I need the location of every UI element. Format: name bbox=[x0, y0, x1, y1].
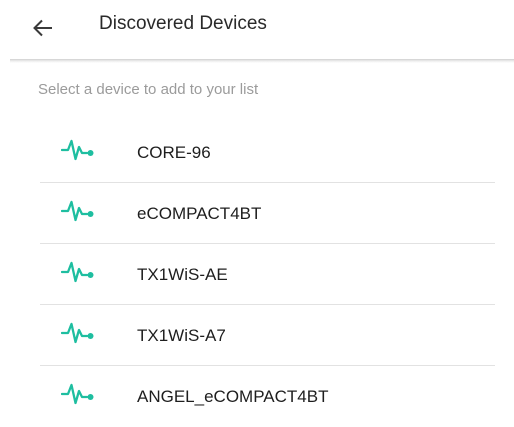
device-row-ecompact4bt[interactable]: eCOMPACT4BT bbox=[0, 183, 514, 244]
device-row-tx1wis-a7[interactable]: TX1WiS-A7 bbox=[0, 305, 514, 366]
pulse-waveform-icon bbox=[61, 261, 94, 283]
app-bar-shadow bbox=[10, 59, 514, 63]
page-title: Discovered Devices bbox=[99, 13, 267, 34]
device-row-angel-ecompact4bt[interactable]: ANGEL_eCOMPACT4BT bbox=[0, 366, 514, 426]
device-name: ANGEL_eCOMPACT4BT bbox=[137, 387, 329, 406]
device-name: TX1WiS-AE bbox=[137, 265, 228, 284]
device-row-tx1wis-ae[interactable]: TX1WiS-AE bbox=[0, 244, 514, 305]
back-button[interactable] bbox=[26, 11, 60, 45]
pulse-waveform-icon bbox=[61, 322, 94, 344]
list-hint: Select a device to add to your list bbox=[38, 81, 259, 98]
device-name: CORE-96 bbox=[137, 143, 211, 162]
device-name: TX1WiS-A7 bbox=[137, 326, 226, 345]
device-list: CORE-96 eCOMPACT4BT TX1WiS-AE TX1WiS-A7 … bbox=[0, 122, 514, 427]
arrow-left-icon bbox=[33, 19, 52, 37]
device-row-core-96[interactable]: CORE-96 bbox=[0, 122, 514, 183]
app-bar: Discovered Devices bbox=[0, 0, 514, 55]
pulse-waveform-icon bbox=[61, 200, 94, 222]
device-name: eCOMPACT4BT bbox=[137, 204, 262, 223]
pulse-waveform-icon bbox=[61, 383, 94, 405]
pulse-waveform-icon bbox=[61, 139, 94, 161]
